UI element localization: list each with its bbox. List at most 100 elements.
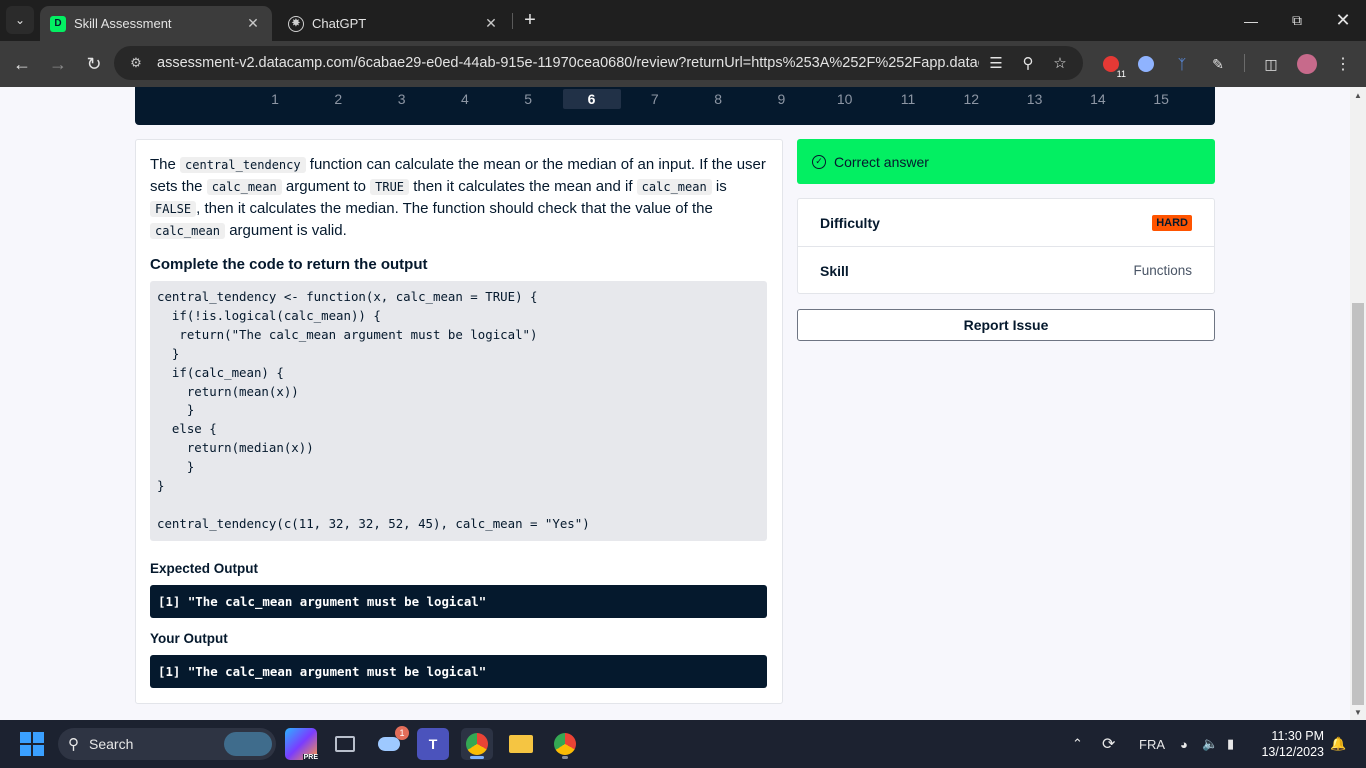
question-card: The central_tendency function can calcul… [135, 139, 783, 704]
desc-text: , then it calculates the median. The fun… [196, 200, 713, 217]
difficulty-row: Difficulty HARD [798, 199, 1214, 246]
question-nav-item[interactable]: 13 [1006, 89, 1064, 109]
check-circle-icon: ✓ [812, 154, 826, 169]
chrome-profile-icon[interactable] [549, 728, 581, 760]
question-nav-item[interactable]: 2 [309, 89, 367, 109]
toolbar-divider [1244, 54, 1245, 72]
address-bar[interactable]: ⚙ assessment-v2.datacamp.com/6cabae29-e0… [114, 46, 1083, 80]
translate-icon[interactable]: ☰ [984, 51, 1008, 75]
search-icon: ⚲ [68, 736, 79, 753]
tab-divider [512, 13, 513, 29]
status-text: Correct answer [834, 153, 929, 170]
chatgpt-icon: ✸ [288, 15, 304, 32]
wifi-icon[interactable]: ◕ [1180, 720, 1188, 768]
datacamp-icon: D [50, 15, 66, 32]
more-menu-icon[interactable]: ⋮ [1332, 53, 1354, 75]
scroll-thumb[interactable] [1352, 303, 1364, 705]
tray-chevron-icon[interactable]: ⌃ [1072, 720, 1083, 768]
question-nav-item[interactable]: 5 [499, 89, 557, 109]
language-indicator[interactable]: FRA [1139, 720, 1165, 768]
scroll-up-icon[interactable]: ▲ [1350, 87, 1366, 103]
file-explorer-icon[interactable] [505, 728, 537, 760]
url-text[interactable]: assessment-v2.datacamp.com/6cabae29-e0ed… [157, 55, 979, 71]
question-nav-item[interactable]: 8 [689, 89, 747, 109]
restore-icon[interactable]: ⧉ [1274, 0, 1320, 41]
question-nav-item[interactable]: 7 [626, 89, 684, 109]
question-prompt: Complete the code to return the output [150, 256, 428, 273]
skill-row: Skill Functions [798, 247, 1214, 294]
minimize-icon[interactable]: — [1228, 0, 1274, 41]
taskbar-search[interactable]: ⚲ Search [58, 728, 276, 760]
question-nav-item[interactable]: 15 [1132, 89, 1190, 109]
site-settings-icon[interactable]: ⚙ [124, 51, 148, 75]
battery-icon[interactable]: ▮ [1227, 720, 1234, 768]
windows-start-icon[interactable] [20, 732, 44, 756]
inline-code: TRUE [370, 179, 410, 195]
close-window-icon[interactable]: ✕ [1320, 0, 1366, 41]
desc-text: then it calculates the mean and if [409, 178, 637, 195]
inline-code: FALSE [150, 201, 197, 217]
page-content: 1 2 3 4 5 6 7 8 9 10 11 12 13 14 15 The central_tenden… [0, 87, 1350, 720]
desc-text: The [150, 156, 181, 173]
page-scrollbar[interactable]: ▲ ▼ [1350, 87, 1366, 720]
question-description: The central_tendency function can calcul… [150, 154, 770, 242]
code-block: central_tendency <- function(x, calc_mea… [150, 281, 767, 541]
difficulty-badge: HARD [1152, 214, 1192, 231]
notification-bell-icon[interactable]: 🔔 [1330, 720, 1346, 768]
extension-translate-icon[interactable]: ᛉ [1171, 53, 1193, 75]
chrome-active-icon[interactable] [461, 728, 493, 760]
sync-icon[interactable]: ⟳ [1102, 720, 1115, 768]
question-nav-item[interactable]: 9 [752, 89, 810, 109]
active-indicator [470, 756, 484, 759]
tab-skill-assessment[interactable]: D Skill Assessment ✕ [40, 6, 272, 41]
bookmark-star-icon[interactable]: ☆ [1048, 51, 1072, 75]
teams-icon[interactable]: T [417, 728, 449, 760]
scroll-down-icon[interactable]: ▼ [1350, 704, 1366, 720]
correct-answer-banner: ✓ Correct answer [797, 139, 1215, 184]
task-view-icon[interactable] [329, 728, 361, 760]
inline-code: calc_mean [150, 223, 226, 239]
question-meta-card: Difficulty HARD Skill Functions [797, 198, 1215, 294]
forward-arrow-icon[interactable]: → [44, 50, 72, 78]
question-nav-item[interactable]: 3 [373, 89, 431, 109]
side-panel-icon[interactable]: ◫ [1260, 53, 1282, 75]
your-output-label: Your Output [150, 631, 228, 646]
weather-widget-icon[interactable]: 1 [373, 726, 409, 760]
profile-avatar[interactable] [1296, 53, 1318, 75]
tab-title: Skill Assessment [74, 16, 172, 31]
question-nav-item[interactable]: 14 [1069, 89, 1127, 109]
desc-text: argument to [281, 178, 371, 195]
inline-code: calc_mean [206, 179, 282, 195]
running-indicator [562, 756, 568, 759]
volume-icon[interactable]: 🔈 [1202, 720, 1218, 768]
tab-chatgpt[interactable]: ✸ ChatGPT ✕ [278, 6, 510, 41]
expected-output-box: [1] "The calc_mean argument must be logi… [150, 585, 767, 618]
report-issue-button[interactable]: Report Issue [797, 309, 1215, 341]
reload-icon[interactable]: ↻ [80, 50, 108, 78]
windows-taskbar: ⚲ Search PRE 1 T ⌃ ⟳ FRA ◕ 🔈 ▮ 11:30 PM … [0, 720, 1366, 768]
question-navigator: 1 2 3 4 5 6 7 8 9 10 11 12 13 14 15 [135, 87, 1215, 125]
clock-date: 13/12/2023 [1261, 745, 1324, 759]
question-nav-item[interactable]: 11 [879, 89, 937, 109]
extension-red-icon[interactable]: 11 [1100, 53, 1128, 79]
question-nav-item[interactable]: 4 [436, 89, 494, 109]
tab-title: ChatGPT [312, 16, 367, 31]
notification-badge: 1 [395, 726, 409, 740]
new-tab-plus-icon[interactable]: + [518, 8, 542, 32]
extensions-puzzle-icon[interactable]: ✎ [1207, 53, 1229, 75]
close-icon[interactable]: ✕ [244, 15, 262, 33]
close-icon[interactable]: ✕ [482, 15, 500, 33]
question-nav-item[interactable]: 10 [816, 89, 874, 109]
question-nav-item[interactable]: 12 [942, 89, 1000, 109]
zoom-icon[interactable]: ⚲ [1016, 51, 1040, 75]
search-highlight-image [224, 732, 272, 756]
skill-label: Skill [820, 262, 849, 279]
extension-lens-icon[interactable] [1135, 53, 1157, 75]
browser-tab-bar: ⌄ D Skill Assessment ✕ ✸ ChatGPT ✕ + — ⧉… [0, 0, 1366, 41]
copilot-icon[interactable]: PRE [285, 728, 319, 761]
taskbar-clock[interactable]: 11:30 PM 13/12/2023 [1256, 728, 1324, 760]
question-nav-item[interactable]: 6 [562, 89, 621, 109]
tab-search-button[interactable]: ⌄ [6, 6, 34, 34]
question-nav-item[interactable]: 1 [246, 89, 304, 109]
back-arrow-icon[interactable]: ← [8, 50, 36, 78]
